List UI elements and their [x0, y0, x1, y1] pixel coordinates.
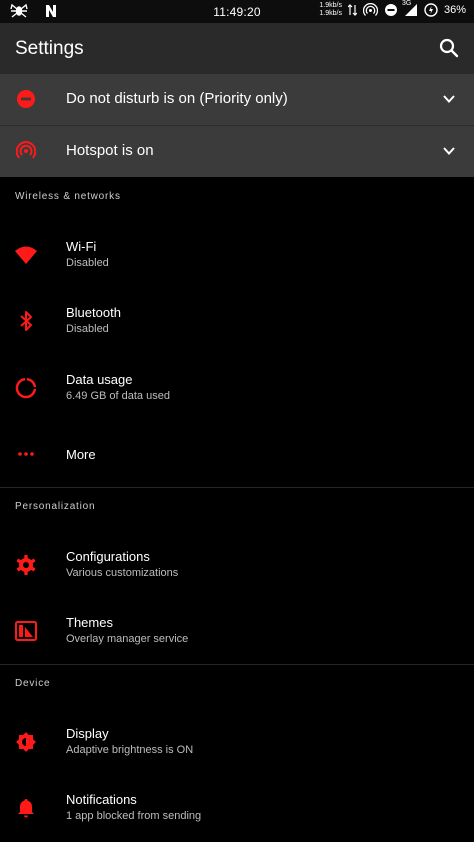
item-title: Bluetooth	[66, 305, 121, 320]
item-title: Configurations	[66, 549, 150, 564]
settings-item-bluetooth[interactable]: Bluetooth Disabled	[0, 288, 474, 354]
data-usage-icon	[14, 376, 38, 400]
themes-icon	[14, 619, 38, 643]
item-title: Wi-Fi	[66, 239, 97, 254]
battery-icon	[424, 3, 438, 17]
bell-icon	[14, 796, 38, 820]
battery-percent: 36%	[443, 4, 466, 16]
item-subtitle: Adaptive brightness is ON	[66, 744, 194, 756]
item-title: Data usage	[66, 372, 133, 387]
search-button[interactable]	[438, 37, 460, 59]
network-type: 3G	[401, 0, 412, 7]
app-bar: Settings	[0, 23, 474, 74]
more-icon	[14, 442, 38, 466]
hotspot-status-icon	[362, 2, 378, 18]
section-divider	[0, 487, 474, 488]
brightness-icon	[14, 730, 38, 754]
settings-item-display[interactable]: Display Adaptive brightness is ON	[0, 709, 474, 775]
item-subtitle: 1 app blocked from sending	[66, 810, 202, 822]
chevron-down-icon[interactable]	[442, 92, 456, 106]
section-header-personalization: Personalization	[15, 501, 96, 512]
item-subtitle: 6.49 GB of data used	[66, 390, 170, 402]
settings-item-themes[interactable]: Themes Overlay manager service	[0, 598, 474, 664]
section-header-device: Device	[15, 678, 51, 689]
settings-item-data-usage[interactable]: Data usage 6.49 GB of data used	[0, 355, 474, 421]
network-speed: 1.9kb/s 1.9kb/s	[319, 2, 342, 17]
section-divider	[0, 664, 474, 665]
search-icon	[439, 38, 459, 58]
gear-icon	[14, 553, 38, 577]
condition-label: Do not disturb is on (Priority only)	[66, 90, 288, 107]
settings-item-notifications[interactable]: Notifications 1 app blocked from sending	[0, 775, 474, 841]
status-bar: 11:49:20 1.9kb/s 1.9kb/s 3G 36%	[0, 0, 474, 23]
do-not-disturb-icon	[16, 89, 36, 109]
settings-item-configurations[interactable]: Configurations Various customizations	[0, 532, 474, 598]
settings-item-more[interactable]: More	[0, 421, 474, 487]
item-subtitle: Various customizations	[66, 567, 179, 579]
condition-do-not-disturb[interactable]: Do not disturb is on (Priority only)	[0, 74, 474, 126]
item-subtitle: Overlay manager service	[66, 633, 189, 645]
hotspot-icon	[16, 141, 36, 161]
wifi-icon	[14, 243, 38, 267]
data-transfer-icon	[347, 4, 357, 16]
item-title: Display	[66, 726, 109, 741]
dnd-status-icon	[384, 3, 398, 17]
item-subtitle: Disabled	[66, 323, 109, 335]
item-title: More	[66, 447, 96, 462]
item-title: Notifications	[66, 792, 137, 807]
section-header-wireless: Wireless & networks	[15, 191, 121, 202]
bluetooth-icon	[14, 309, 38, 333]
condition-hotspot[interactable]: Hotspot is on	[0, 126, 474, 177]
item-subtitle: Disabled	[66, 257, 109, 269]
chevron-down-icon[interactable]	[442, 144, 456, 158]
settings-item-wifi[interactable]: Wi-Fi Disabled	[0, 222, 474, 288]
condition-label: Hotspot is on	[66, 142, 154, 159]
item-title: Themes	[66, 615, 113, 630]
page-title: Settings	[15, 38, 84, 59]
